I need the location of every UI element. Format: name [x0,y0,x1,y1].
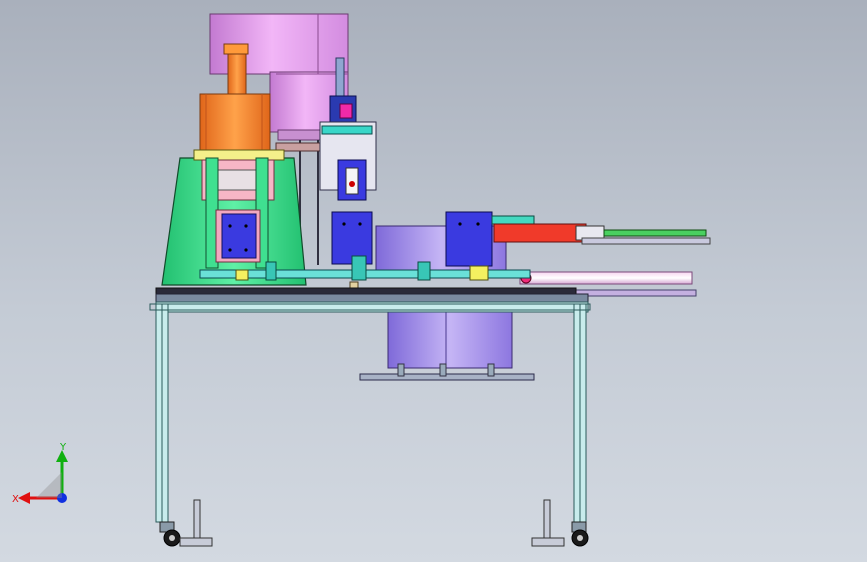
leveling-foot-right[interactable] [531,499,565,547]
axis-triad[interactable]: Y X [10,440,80,510]
caster-wheel-left[interactable] [159,521,181,547]
triad-plane-shade [36,472,62,498]
table-top-plate[interactable] [155,287,589,313]
leveling-foot-left[interactable] [179,499,213,547]
press-housing-green[interactable] [161,149,307,286]
caster-wheel-right[interactable] [571,521,589,547]
x-axis-label: X [12,494,19,505]
red-pneumatic-cylinder[interactable] [493,223,711,245]
x-axis-arrowhead [18,492,30,504]
machine-assembly-model[interactable] [0,0,867,562]
y-axis-label: Y [59,442,67,453]
cad-viewport[interactable]: Y X [0,0,867,562]
table-frame[interactable] [149,303,591,523]
